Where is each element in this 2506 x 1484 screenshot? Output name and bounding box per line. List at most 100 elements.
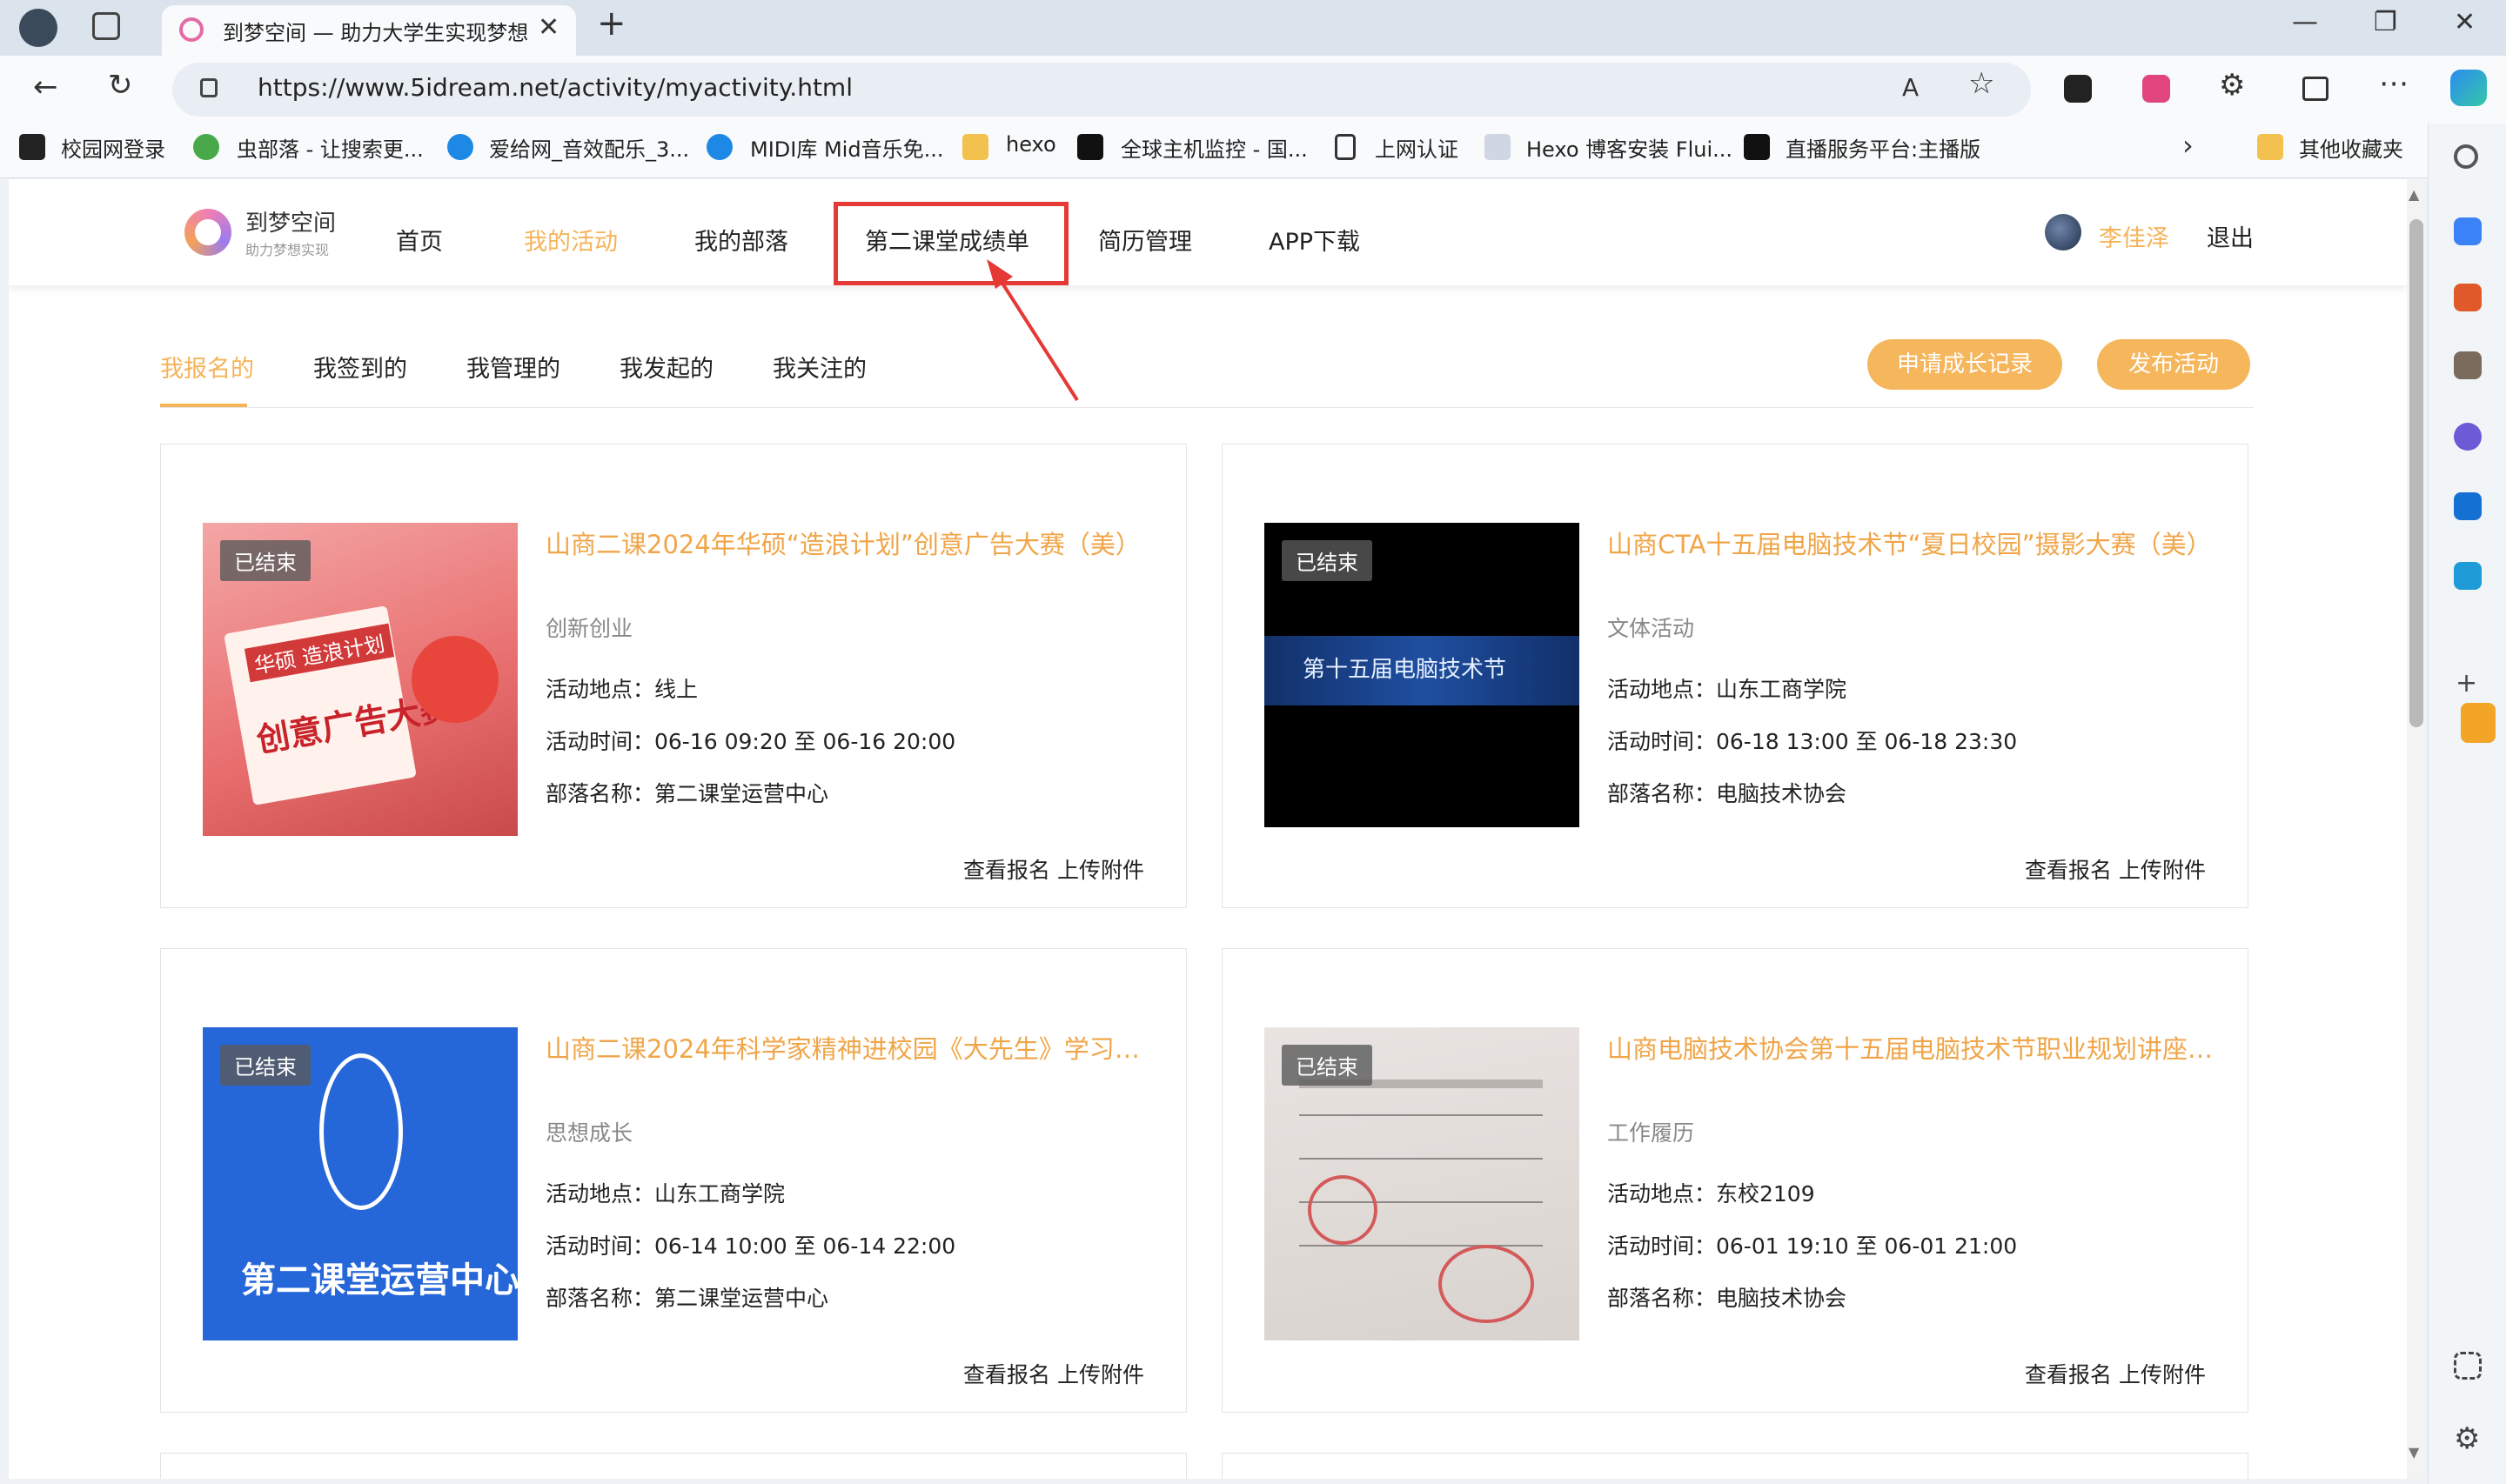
- nav-resume[interactable]: 简历管理: [1098, 223, 1192, 257]
- bookmark-item[interactable]: Hexo 博客安装 Flui...: [1526, 132, 1732, 163]
- activity-tribe: 部落名称：电脑技术协会: [1607, 1286, 1847, 1311]
- split-screen-icon[interactable]: [2302, 77, 2328, 101]
- bookmark-item[interactable]: 上网认证: [1375, 132, 1458, 163]
- favorite-star-icon[interactable]: ☆: [1968, 66, 1994, 101]
- back-icon[interactable]: ←: [33, 70, 58, 104]
- upload-attachment-link[interactable]: 上传附件: [2119, 1362, 2206, 1387]
- chevron-right-icon[interactable]: ›: [2182, 129, 2194, 162]
- url-text[interactable]: https://www.5idream.net/activity/myactiv…: [258, 73, 853, 102]
- status-badge: 已结束: [1282, 540, 1372, 581]
- poster-title: 第十五届电脑技术节: [1303, 657, 1507, 683]
- site-logo-icon[interactable]: [184, 209, 231, 256]
- bookmark-item[interactable]: 校园网登录: [61, 132, 165, 163]
- logo-subtitle: 助力梦想实现: [245, 242, 330, 258]
- activity-card[interactable]: [160, 1453, 1187, 1479]
- tag-icon[interactable]: [2454, 217, 2482, 245]
- upload-attachment-link[interactable]: 上传附件: [1057, 1362, 1144, 1387]
- activity-location: 活动地点：山东工商学院: [546, 1181, 786, 1207]
- profile-avatar[interactable]: [19, 9, 57, 47]
- bookmark-item[interactable]: 其他收藏夹: [2299, 132, 2403, 163]
- lock-icon: [200, 78, 218, 97]
- toolbox-icon[interactable]: [2454, 284, 2482, 311]
- window-close-button[interactable]: ✕: [2454, 7, 2476, 37]
- activity-poster[interactable]: 华硕 造浪计划 创意广告大赛 已结束: [203, 523, 518, 836]
- scrollbar-thumb[interactable]: [2409, 219, 2423, 727]
- bookmark-icon: [447, 134, 473, 160]
- bookmark-item[interactable]: 直播服务平台:主播版: [1786, 132, 1980, 163]
- games-icon[interactable]: [2454, 351, 2482, 379]
- m365-icon[interactable]: [2454, 423, 2482, 451]
- browser-tab-active[interactable]: 到梦空间 — 助力大学生实现梦想 ✕: [162, 5, 576, 56]
- outlook-icon[interactable]: [2454, 492, 2482, 520]
- activity-poster[interactable]: 已结束: [1264, 1027, 1579, 1340]
- view-registration-link[interactable]: 查看报名: [963, 858, 1050, 883]
- bookmark-item[interactable]: 爱给网_音效配乐_3...: [489, 132, 689, 163]
- nav-my-activities[interactable]: 我的活动: [524, 223, 618, 257]
- copilot-icon[interactable]: [2450, 70, 2487, 106]
- logout-link[interactable]: 退出: [2207, 219, 2254, 253]
- settings-gear-icon[interactable]: ⚙: [2454, 1421, 2480, 1456]
- user-name[interactable]: 李佳泽: [2099, 219, 2169, 253]
- scroll-up-arrow[interactable]: ▲: [2409, 186, 2419, 203]
- minimize-button[interactable]: —: [2292, 7, 2318, 37]
- activity-location: 活动地点：东校2109: [1607, 1181, 1815, 1207]
- bookmark-item[interactable]: 全球主机监控 - 国...: [1121, 132, 1308, 163]
- maximize-button[interactable]: ❐: [2374, 7, 2397, 37]
- bookmark-icon: [1484, 134, 1511, 160]
- tab-initiated[interactable]: 我发起的: [620, 350, 714, 384]
- activity-title[interactable]: 山商CTA十五届电脑技术节“夏日校园”摄影大赛（美）: [1607, 525, 2221, 561]
- send-icon[interactable]: [2454, 562, 2482, 590]
- search-icon[interactable]: [2454, 144, 2478, 169]
- tab-registered[interactable]: 我报名的: [160, 350, 254, 384]
- activity-card[interactable]: 第十五届电脑技术节 已结束 山商CTA十五届电脑技术节“夏日校园”摄影大赛（美）…: [1222, 444, 2248, 908]
- page-icon: [1335, 134, 1356, 160]
- bookmark-item[interactable]: 虫部落 - 让搜索更...: [237, 132, 424, 163]
- activity-card[interactable]: 华硕 造浪计划 创意广告大赛 已结束 山商二课2024年华硕“造浪计划”创意广告…: [160, 444, 1187, 908]
- read-aloud-icon[interactable]: A: [1902, 73, 1919, 102]
- activity-poster[interactable]: 第二课堂运营中心 已结束: [203, 1027, 518, 1340]
- view-registration-link[interactable]: 查看报名: [2025, 1362, 2112, 1387]
- activity-card[interactable]: [1222, 1453, 2248, 1479]
- activity-title[interactable]: 山商二课2024年华硕“造浪计划”创意广告大赛（美）: [546, 525, 1160, 561]
- activity-card[interactable]: 已结束 山商电脑技术协会第十五届电脑技术节职业规划讲座（... 工作履历 活动地…: [1222, 948, 2248, 1413]
- translate-extension-icon[interactable]: [2142, 75, 2170, 103]
- extensions-puzzle-icon[interactable]: ⚙: [2219, 68, 2245, 103]
- bookmark-icon: [707, 134, 733, 160]
- activity-poster[interactable]: 第十五届电脑技术节 已结束: [1264, 523, 1579, 836]
- scroll-down-arrow[interactable]: ▼: [2409, 1444, 2419, 1461]
- status-badge: 已结束: [220, 1045, 311, 1086]
- browser-sidebar: [2428, 124, 2506, 1484]
- upload-attachment-link[interactable]: 上传附件: [1057, 858, 1144, 883]
- new-tab-button[interactable]: +: [597, 3, 626, 43]
- tab-managed[interactable]: 我管理的: [466, 350, 560, 384]
- view-registration-link[interactable]: 查看报名: [963, 1362, 1050, 1387]
- activity-title[interactable]: 山商二课2024年科学家精神进校园《大先生》学习活动...: [546, 1029, 1160, 1066]
- folder-icon: [962, 134, 988, 160]
- nav-my-tribe[interactable]: 我的部落: [694, 223, 788, 257]
- refresh-icon[interactable]: ↻: [108, 68, 133, 103]
- apply-growth-record-button[interactable]: 申请成长记录: [1867, 339, 2062, 390]
- activity-location: 活动地点：山东工商学院: [1607, 677, 1847, 702]
- nav-home[interactable]: 首页: [396, 223, 443, 257]
- view-registration-link[interactable]: 查看报名: [2025, 858, 2112, 883]
- sidebar-app-icon[interactable]: [2461, 703, 2496, 743]
- tab-checked-in[interactable]: 我签到的: [313, 350, 407, 384]
- tab-followed[interactable]: 我关注的: [773, 350, 867, 384]
- activity-title[interactable]: 山商电脑技术协会第十五届电脑技术节职业规划讲座（...: [1607, 1029, 2221, 1066]
- activity-card[interactable]: 第二课堂运营中心 已结束 山商二课2024年科学家精神进校园《大先生》学习活动.…: [160, 948, 1187, 1413]
- more-menu-icon[interactable]: ⋯: [2379, 66, 2409, 101]
- add-sidebar-icon[interactable]: +: [2456, 668, 2477, 699]
- activity-tribe: 部落名称：第二课堂运营中心: [546, 781, 829, 806]
- publish-activity-button[interactable]: 发布活动: [2097, 339, 2250, 390]
- screenshot-icon[interactable]: [2454, 1352, 2482, 1380]
- workspaces-icon[interactable]: [92, 12, 120, 40]
- upload-attachment-link[interactable]: 上传附件: [2119, 858, 2206, 883]
- poster-title: 第二课堂运营中心: [241, 1260, 518, 1300]
- nav-app-download[interactable]: APP下载: [1269, 223, 1360, 257]
- bookmark-item[interactable]: MIDI库 Mid音乐免...: [750, 132, 943, 163]
- status-badge: 已结束: [220, 540, 311, 581]
- tab-close-icon[interactable]: ✕: [538, 12, 559, 43]
- user-avatar[interactable]: [2045, 214, 2081, 251]
- extension-icon[interactable]: [2064, 75, 2092, 103]
- bookmark-item[interactable]: hexo: [1006, 132, 1056, 157]
